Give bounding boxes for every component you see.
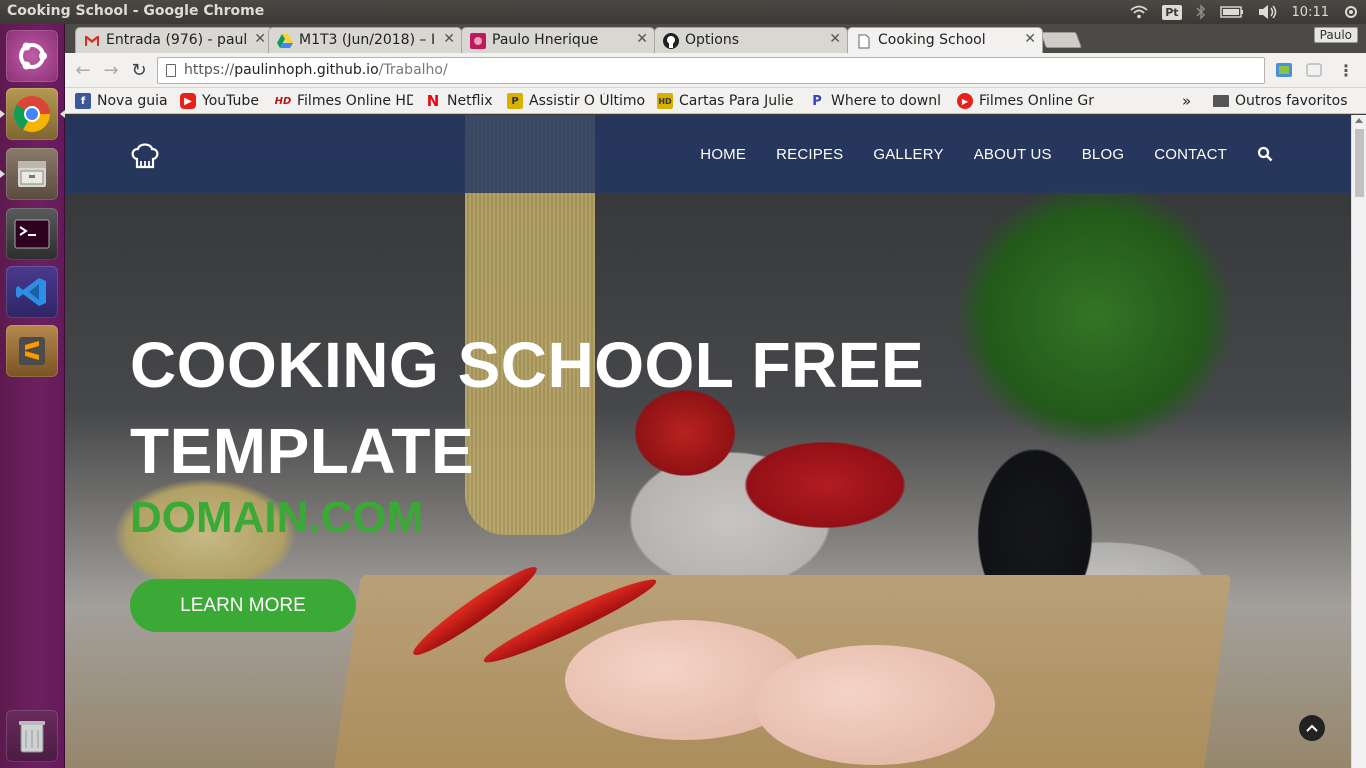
close-icon[interactable]: ✕ — [443, 31, 455, 47]
close-icon[interactable]: ✕ — [1024, 31, 1036, 47]
address-bar[interactable]: https://paulinhoph.github.io/Trabalho/ — [157, 57, 1265, 84]
facebook-icon: f — [75, 93, 91, 109]
google-drive-icon — [277, 33, 293, 49]
site-header: HOME RECIPES GALLERY ABOUT US BLOG CONTA… — [65, 115, 1351, 193]
scrollbar-thumb[interactable] — [1355, 129, 1364, 197]
github-icon — [663, 33, 679, 49]
bookmark-item[interactable]: HD Cartas Para Julie — [657, 91, 797, 111]
p-icon: P — [507, 93, 523, 109]
bookmark-item[interactable]: ▶ YouTube — [180, 91, 270, 111]
cast-icon[interactable] — [1305, 61, 1323, 79]
tab-label: Cooking School — [878, 32, 986, 48]
forward-icon[interactable]: → — [100, 59, 122, 81]
volume-icon[interactable] — [1251, 0, 1285, 24]
browser-toolbar: ← → ↻ https://paulinhoph.github.io/Traba… — [65, 53, 1366, 88]
page-scrollbar[interactable] — [1351, 115, 1366, 768]
scroll-to-top-button[interactable] — [1299, 715, 1325, 741]
scroll-up-arrow-icon[interactable] — [1355, 118, 1363, 123]
bookmark-item[interactable]: P Assistir O Último — [507, 91, 645, 111]
trash-icon[interactable] — [6, 710, 58, 762]
gmail-icon — [84, 33, 100, 49]
system-tray: Pt 10:11 — [1123, 0, 1366, 24]
tab-label: M1T3 (Jun/2018) – I — [299, 32, 436, 48]
tab-label: Options — [685, 32, 740, 48]
bookmark-item[interactable]: f Nova guia — [75, 91, 175, 111]
webpage-viewport: HOME RECIPES GALLERY ABOUT US BLOG CONTA… — [65, 115, 1351, 768]
back-icon[interactable]: ← — [72, 59, 94, 81]
tab-drive[interactable]: M1T3 (Jun/2018) – I ✕ — [268, 27, 462, 53]
reload-icon[interactable]: ↻ — [128, 59, 150, 81]
nav-recipes[interactable]: RECIPES — [776, 146, 843, 163]
system-top-bar: Cooking School - Google Chrome Pt 10:11 — [0, 0, 1366, 24]
hero-section: COOKING SCHOOL FREE TEMPLATE DOMAIN.COM … — [130, 322, 925, 632]
sublime-text-icon[interactable] — [6, 325, 58, 377]
nav-blog[interactable]: BLOG — [1082, 146, 1124, 163]
more-bookmarks-button[interactable]: » — [1182, 91, 1196, 111]
tab-label: Entrada (976) - paul — [106, 32, 248, 48]
learn-more-button[interactable]: LEARN MORE — [130, 579, 356, 632]
keyboard-layout-indicator[interactable]: Pt — [1155, 0, 1188, 24]
app-launcher — [0, 24, 65, 768]
folder-icon — [1213, 95, 1229, 107]
tab-gmail[interactable]: Entrada (976) - paul ✕ — [75, 27, 273, 53]
page-icon — [856, 33, 872, 49]
terminal-icon[interactable] — [6, 208, 58, 260]
bookmark-item[interactable]: HD Filmes Online HD — [275, 91, 413, 111]
nav-about-us[interactable]: ABOUT US — [974, 146, 1052, 163]
close-icon[interactable]: ✕ — [636, 31, 648, 47]
hd-icon: HD — [657, 93, 673, 109]
tab-label: Paulo Hnerique — [492, 32, 599, 48]
page-info-icon[interactable] — [166, 64, 176, 77]
nav-home[interactable]: HOME — [700, 146, 746, 163]
nav-gallery[interactable]: GALLERY — [873, 146, 943, 163]
hd-icon: HD — [275, 95, 292, 107]
other-bookmarks-folder[interactable]: Outros favoritos — [1213, 91, 1358, 111]
hero-domain: DOMAIN.COM — [130, 493, 424, 542]
bookmark-item[interactable]: ▶ Filmes Online Gr — [957, 91, 1097, 111]
bluetooth-icon[interactable] — [1189, 0, 1213, 24]
new-tab-button[interactable] — [1040, 32, 1082, 48]
extension-icon[interactable] — [1275, 61, 1293, 79]
window-title: Cooking School - Google Chrome — [7, 3, 265, 19]
close-icon[interactable]: ✕ — [254, 31, 266, 47]
vscode-icon[interactable] — [6, 266, 58, 318]
bookmark-item[interactable]: P Where to downl — [809, 91, 947, 111]
battery-icon[interactable] — [1213, 0, 1251, 24]
power-gear-icon[interactable] — [1336, 0, 1366, 24]
tab-paulo[interactable]: Paulo Hnerique ✕ — [461, 27, 655, 53]
netflix-icon: N — [426, 92, 440, 110]
search-icon[interactable] — [1257, 146, 1273, 162]
hero-title-line1: COOKING SCHOOL FREE — [130, 329, 925, 401]
url-host: paulinhoph.github.io — [234, 62, 379, 78]
site-icon — [470, 33, 486, 49]
play-icon: ▶ — [957, 93, 973, 109]
url-scheme: https:// — [184, 62, 235, 78]
wifi-icon[interactable] — [1123, 0, 1155, 24]
p-icon: P — [812, 93, 822, 109]
profile-button[interactable]: Paulo — [1313, 27, 1358, 43]
bookmark-item[interactable]: N Netflix — [425, 91, 500, 111]
main-nav: HOME RECIPES GALLERY ABOUT US BLOG CONTA… — [670, 115, 1273, 193]
clock[interactable]: 10:11 — [1285, 0, 1336, 24]
tab-options[interactable]: Options ✕ — [654, 27, 848, 53]
chef-hat-icon[interactable] — [129, 139, 161, 171]
files-icon[interactable] — [6, 148, 58, 200]
menu-icon[interactable]: ⋮ — [1337, 61, 1355, 80]
ubuntu-dash-icon[interactable] — [6, 30, 58, 82]
tab-cooking-school[interactable]: Cooking School ✕ — [847, 27, 1043, 53]
browser-tab-strip: Entrada (976) - paul ✕ M1T3 (Jun/2018) –… — [65, 24, 1366, 53]
youtube-icon: ▶ — [180, 93, 196, 109]
bookmarks-bar: f Nova guia ▶ YouTube HD Filmes Online HD N… — [65, 88, 1366, 114]
close-icon[interactable]: ✕ — [829, 31, 841, 47]
url-path: /Trabalho/ — [378, 62, 448, 78]
chrome-icon[interactable] — [6, 88, 58, 140]
nav-contact[interactable]: CONTACT — [1154, 146, 1227, 163]
hero-title-line2: TEMPLATE — [130, 415, 475, 487]
